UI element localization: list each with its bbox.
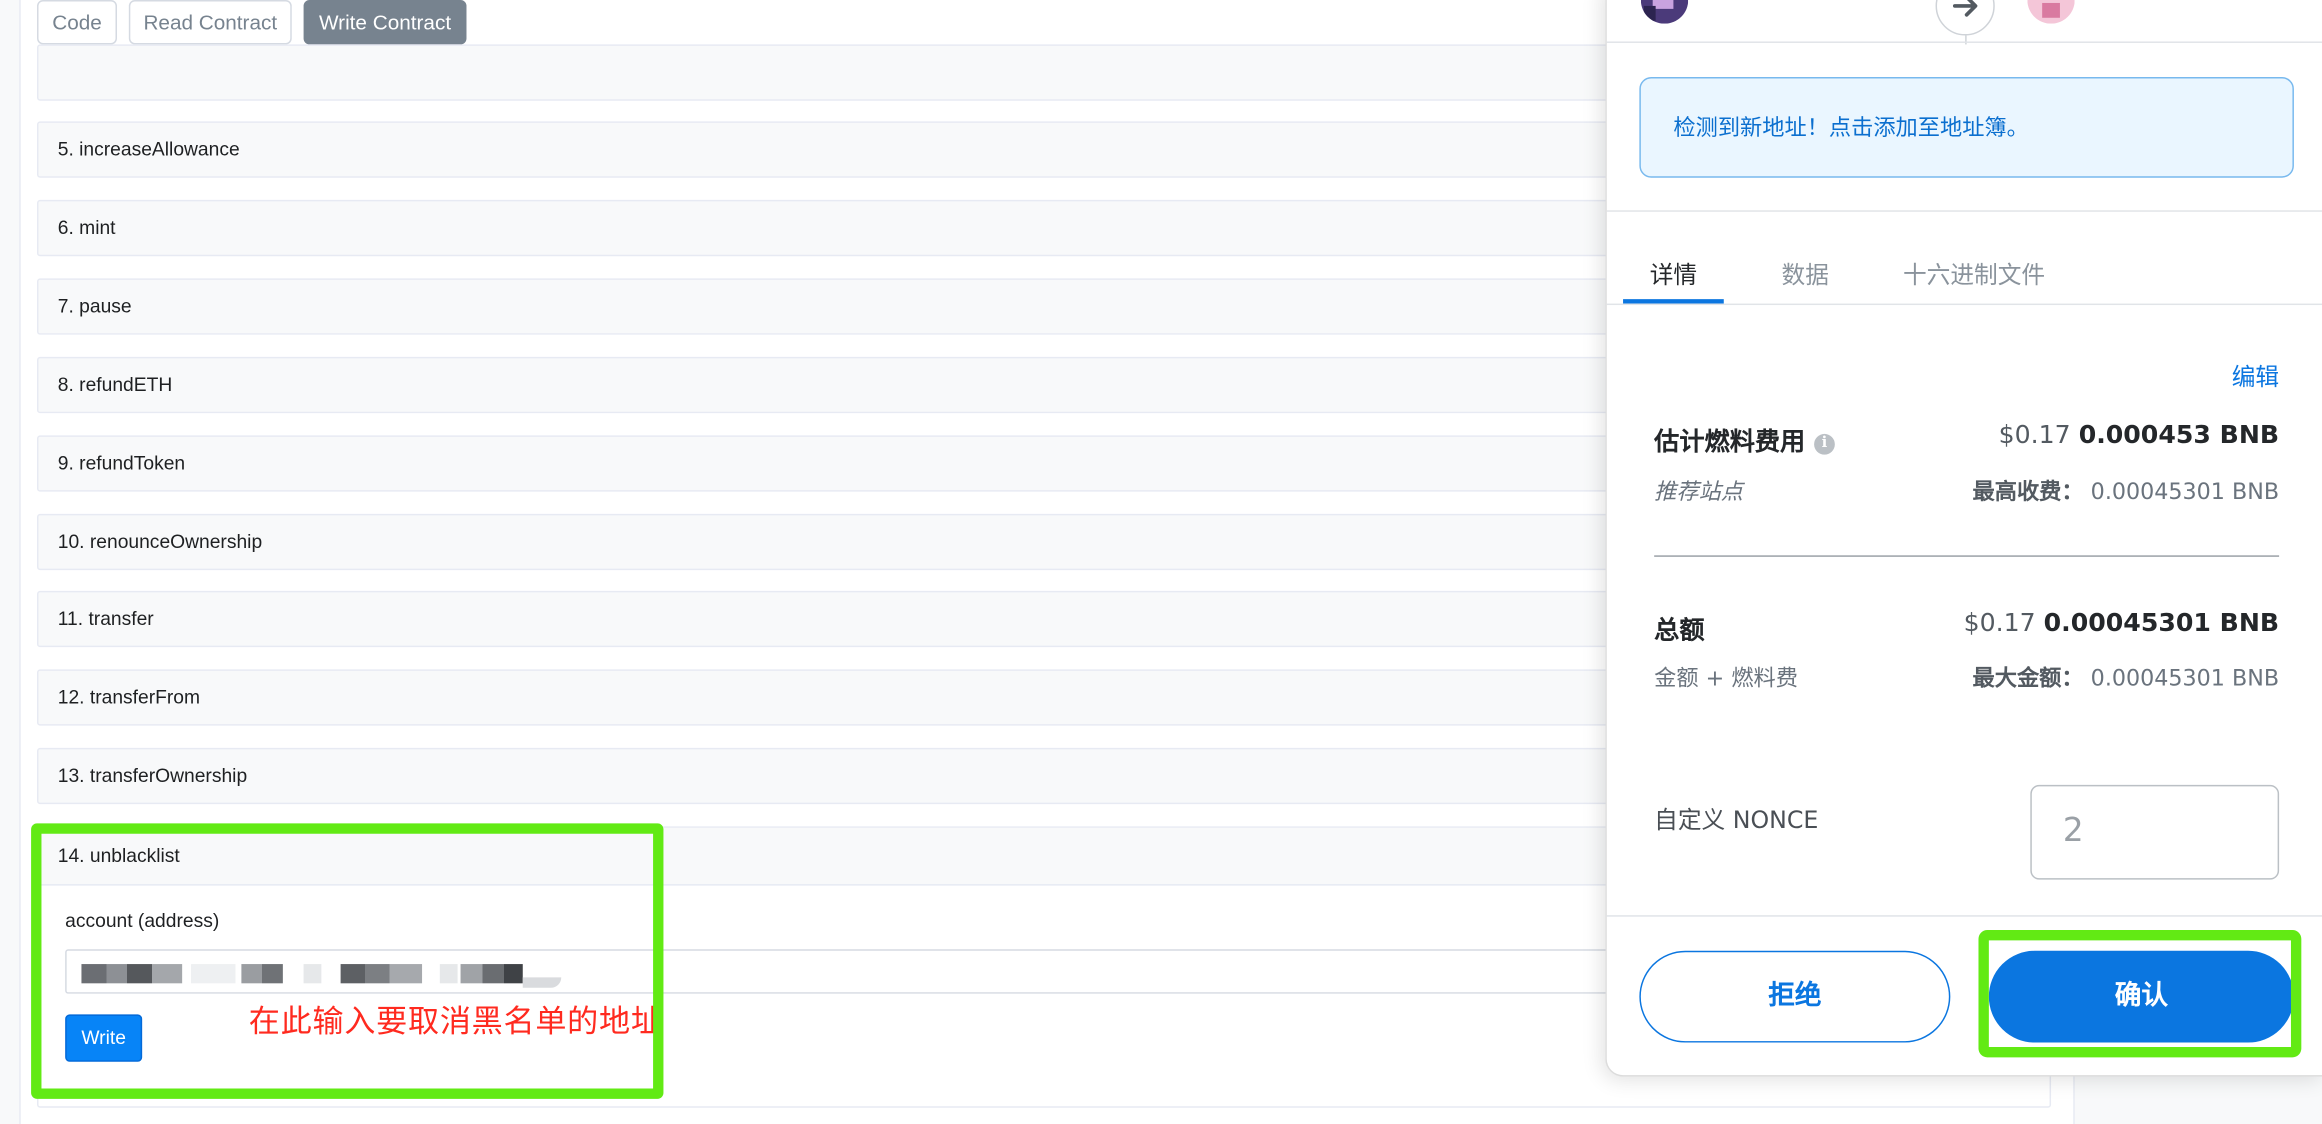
max-amount-value: 0.00045301 BNB — [2090, 664, 2280, 692]
header-separator — [1606, 41, 2322, 43]
tab-write-contract[interactable]: Write Contract — [303, 0, 467, 45]
gas-fee-label-text: 估计燃料费用 — [1654, 427, 1806, 458]
highlight-box-confirm — [1978, 930, 2302, 1058]
tab-details[interactable]: 详情 — [1650, 255, 1697, 291]
max-fee: 最高收费： 0.00045301 BNB — [1973, 475, 2280, 506]
custom-nonce-label: 自定义 NONCE — [1654, 805, 1819, 834]
recipient-avatar-icon — [2027, 0, 2075, 24]
tab-hex[interactable]: 十六进制文件 — [1903, 255, 2045, 291]
footer-separator — [1606, 915, 2322, 917]
reject-button[interactable]: 拒绝 — [1639, 950, 1951, 1043]
fee-divider — [1654, 555, 2280, 557]
max-amount-label: 最大金额： — [1972, 664, 2084, 692]
max-amount: 最大金额： 0.00045301 BNB — [1973, 662, 2280, 693]
total-amount: 0.00045301 BNB — [2043, 608, 2280, 639]
account-avatar-icon — [1640, 0, 1689, 24]
gas-fee-value: $0.17 0.000453 BNB — [1999, 421, 2279, 451]
info-icon[interactable]: i — [1814, 433, 1835, 455]
total-fiat: $0.17 — [1963, 608, 2036, 639]
gas-fee-fiat: $0.17 — [1998, 420, 2071, 451]
custom-nonce-input[interactable]: 2 — [2030, 784, 2280, 880]
screen: Code Read Contract Write Contract 5. inc… — [0, 0, 2322, 1124]
wallet-confirm-panel: 检测到新地址！点击添加至地址簿。 详情 数据 十六进制文件 编辑 估计燃料费用 i… — [1605, 0, 2322, 1077]
gas-fee-label: 估计燃料费用 i — [1654, 421, 1835, 458]
site-suggestion[interactable]: 推荐站点 — [1654, 475, 1743, 506]
gas-fee-amount: 0.000453 BNB — [2078, 420, 2280, 451]
tab-code[interactable]: Code — [37, 0, 117, 45]
total-value: $0.17 0.00045301 BNB — [1964, 609, 2280, 639]
arrow-right-icon — [1935, 0, 1995, 36]
total-sub-label: 金额 + 燃料费 — [1654, 664, 1798, 692]
tab-data[interactable]: 数据 — [1782, 255, 1829, 291]
highlight-box-unblacklist — [31, 823, 664, 1099]
edit-link[interactable]: 编辑 — [2232, 357, 2279, 393]
tab-read-contract[interactable]: Read Contract — [128, 0, 292, 45]
alert-separator — [1606, 210, 2322, 212]
max-fee-label: 最高收费： — [1972, 478, 2084, 505]
new-address-alert[interactable]: 检测到新地址！点击添加至地址簿。 — [1639, 77, 2294, 178]
arrow-connector — [1965, 35, 1967, 45]
max-fee-value: 0.00045301 BNB — [2090, 478, 2280, 505]
total-label: 总额 — [1654, 616, 1705, 646]
tabs-separator — [1606, 303, 2322, 306]
